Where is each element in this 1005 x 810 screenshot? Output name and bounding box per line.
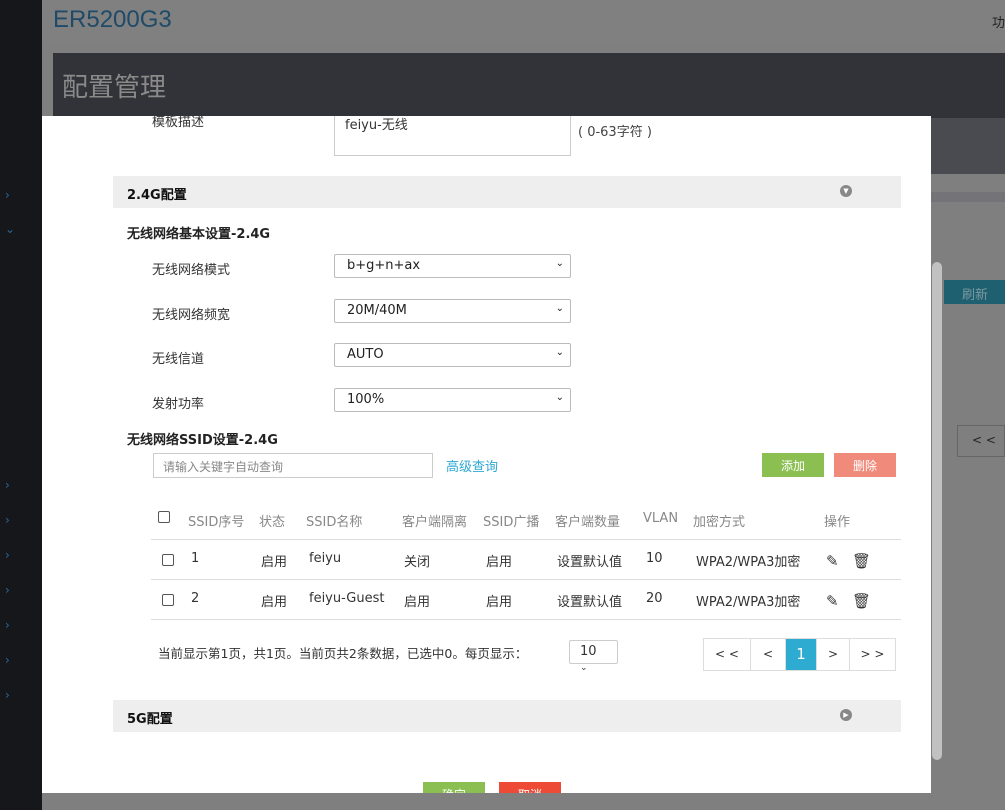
section-5g-header[interactable]: 5G配置 ▶ [113, 700, 901, 732]
field-label: 发射功率 [152, 397, 205, 412]
select-value: AUTO [347, 347, 384, 362]
channel-select[interactable]: AUTO ⌄ [334, 343, 571, 367]
field-label: 无线网络模式 [152, 263, 231, 278]
divider [151, 619, 901, 620]
cell: 启用 [404, 595, 431, 610]
column-header: SSID名称 [306, 515, 363, 530]
cell: 启用 [261, 555, 288, 570]
row-checkbox[interactable] [162, 554, 174, 566]
bg-first-page-button[interactable]: < < [957, 425, 1005, 457]
brand-logo: ER5200G3 [53, 6, 172, 33]
last-page-button[interactable]: > > [850, 639, 895, 670]
chevron-down-icon: ⌄ [580, 663, 588, 673]
page-1-button[interactable]: 1 [786, 639, 817, 670]
column-header: 客户端隔离 [402, 515, 468, 530]
cell: 10 [646, 551, 663, 566]
divider [151, 539, 901, 540]
bg-bar [930, 118, 1005, 174]
row-checkbox[interactable] [162, 594, 174, 606]
cell: 设置默认值 [557, 595, 623, 610]
cell: feiyu-Guest [309, 591, 385, 606]
column-header: 操作 [824, 515, 851, 530]
bandwidth-select[interactable]: 20M/40M ⌄ [334, 299, 571, 323]
column-header: 加密方式 [693, 515, 746, 530]
bg-bar [930, 192, 1005, 202]
section-24g-header[interactable]: 2.4G配置 ▼ [113, 176, 901, 208]
trash-icon[interactable]: 🗑 [852, 592, 871, 610]
cancel-button[interactable]: 取消 [499, 782, 561, 793]
chevron-down-icon: ⌄ [555, 347, 564, 358]
add-button[interactable]: 添加 [762, 453, 824, 477]
cell: feiyu [309, 551, 342, 566]
divider [151, 579, 901, 580]
advanced-search-link[interactable]: 高级查询 [446, 456, 498, 475]
field-label: 无线网络频宽 [152, 308, 231, 323]
select-value: b+g+n+ax [347, 258, 421, 273]
template-desc-label: 模板描述 [152, 116, 205, 130]
tx-power-select[interactable]: 100% ⌄ [334, 388, 571, 412]
refresh-button[interactable]: 刷新 [944, 280, 1005, 304]
cell: 启用 [261, 595, 288, 610]
select-value: 20M/40M [347, 303, 407, 318]
cell: 1 [191, 551, 200, 566]
column-header: VLAN [643, 511, 679, 526]
chevron-down-icon: ⌄ [555, 258, 564, 269]
edit-icon[interactable]: ✎ [826, 552, 839, 570]
ssid-settings-title: 无线网络SSID设置-2.4G [127, 433, 278, 448]
select-all-checkbox[interactable] [158, 511, 170, 523]
page-header: 配置管理 [53, 53, 1005, 118]
cell: 启用 [486, 595, 513, 610]
template-edit-modal: 模板描述 feiyu-无线 ( 0-63字符 ) 2.4G配置 ▼ 无线网络基本… [42, 116, 931, 793]
sidebar: › ⌄ › › › › › › › [0, 0, 42, 810]
column-header: SSID广播 [483, 515, 540, 530]
pagination: < < < 1 > > > [703, 638, 896, 671]
section-5g-title: 5G配置 [127, 712, 173, 727]
cell: 2 [191, 591, 200, 606]
per-page-select[interactable]: 10 ⌄ [569, 640, 618, 673]
select-value: 10 [580, 644, 597, 659]
chevron-right-icon[interactable]: › [5, 548, 10, 562]
template-desc-hint: ( 0-63字符 ) [578, 125, 652, 140]
cell: WPA2/WPA3加密 [696, 595, 801, 610]
field-label: 无线信道 [152, 352, 205, 367]
modal-scrollbar[interactable] [932, 262, 942, 760]
select-value: 100% [347, 392, 385, 407]
cell: WPA2/WPA3加密 [696, 555, 801, 570]
chevron-right-icon[interactable]: › [5, 618, 10, 632]
chevron-right-icon[interactable]: › [5, 583, 10, 597]
expand-icon[interactable]: ▶ [840, 709, 852, 721]
collapse-icon[interactable]: ▼ [840, 185, 852, 197]
chevron-right-icon[interactable]: › [5, 653, 10, 667]
wireless-mode-select[interactable]: b+g+n+ax ⌄ [334, 254, 571, 278]
edit-icon[interactable]: ✎ [826, 592, 839, 610]
cell: 设置默认值 [557, 555, 623, 570]
column-header: SSID序号 [188, 515, 245, 530]
chevron-right-icon[interactable]: › [5, 478, 10, 492]
chevron-down-icon: ⌄ [555, 392, 564, 403]
ok-button[interactable]: 确定 [423, 782, 485, 793]
chevron-right-icon[interactable]: › [5, 513, 10, 527]
column-header: 客户端数量 [555, 515, 621, 530]
chevron-down-icon[interactable]: ⌄ [5, 222, 15, 236]
top-bar: ER5200G3 功 [42, 0, 1005, 42]
cell: 启用 [486, 555, 513, 570]
chevron-right-icon[interactable]: › [5, 188, 10, 202]
chevron-right-icon[interactable]: › [5, 688, 10, 702]
page-title: 配置管理 [62, 73, 167, 103]
search-input[interactable]: 请输入关键字自动查询 [153, 453, 433, 478]
prev-page-button[interactable]: < [751, 639, 786, 670]
first-page-button[interactable]: < < [704, 639, 751, 670]
column-header: 状态 [259, 515, 286, 530]
basic-settings-title: 无线网络基本设置-2.4G [127, 227, 271, 242]
top-right-menu[interactable]: 功 [992, 12, 1005, 31]
cell: 关闭 [404, 555, 431, 570]
trash-icon[interactable]: 🗑 [852, 552, 871, 570]
delete-button[interactable]: 删除 [834, 453, 896, 477]
template-desc-input[interactable]: feiyu-无线 [334, 116, 571, 156]
page-info: 当前显示第1页，共1页。当前页共2条数据，已选中0。每页显示： [158, 646, 528, 661]
chevron-down-icon: ⌄ [555, 303, 564, 314]
next-page-button[interactable]: > [817, 639, 850, 670]
cell: 20 [646, 591, 663, 606]
section-24g-title: 2.4G配置 [127, 188, 187, 203]
